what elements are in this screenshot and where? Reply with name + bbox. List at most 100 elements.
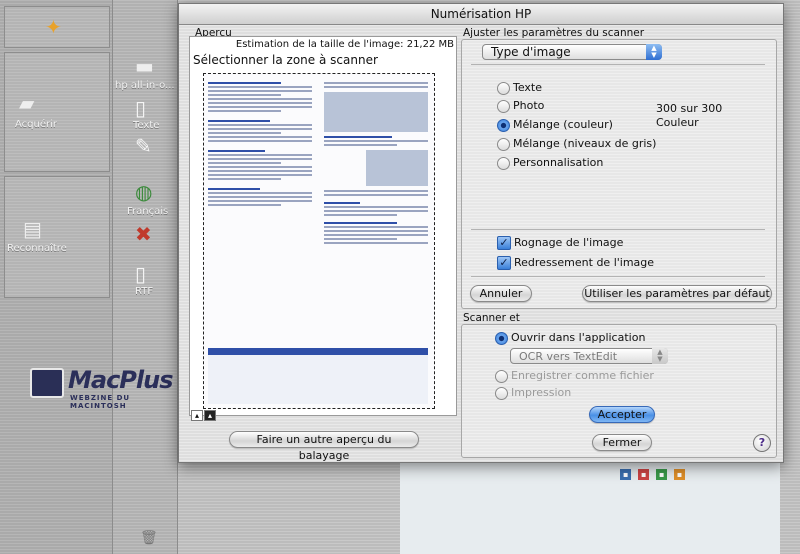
doc-footer-block: [208, 348, 428, 404]
doc-line: [208, 110, 281, 112]
toolbar-top-box[interactable]: ✦: [4, 6, 110, 48]
doc-heading-line: [208, 150, 266, 152]
doc-line: [208, 90, 312, 92]
pen-document-icon[interactable]: ✎: [135, 134, 152, 158]
settings-divider: [471, 276, 765, 277]
doc-line: [208, 196, 312, 198]
doc-line: [324, 194, 428, 196]
settings-section-label: Ajuster les paramètres du scanner: [463, 27, 645, 39]
preview-view-toggle: ▴ ▴: [191, 410, 217, 421]
doc-line: [324, 234, 428, 236]
hp-device-label[interactable]: hp all-in-o...: [115, 80, 175, 91]
globe-icon[interactable]: ◍: [135, 180, 152, 204]
radio-open-in-application[interactable]: Ouvrir dans l'application: [495, 330, 645, 346]
background-file-icons: ▪ ▪ ▪ ▪: [620, 469, 686, 480]
acquire-label[interactable]: Acquérir: [15, 119, 57, 130]
doc-heading-line: [324, 136, 392, 138]
logo-tagline: WEBZINE DU MACINTOSH: [70, 394, 131, 410]
radio-personnalisation[interactable]: Personnalisation: [497, 155, 603, 171]
doc-line: [324, 140, 428, 142]
file-icon: ▪: [655, 469, 668, 480]
file-icon: ▪: [673, 469, 686, 480]
acquire-group: ▰ Acquérir: [4, 52, 110, 172]
straighten-checkbox[interactable]: Redressement de l'image: [497, 255, 654, 271]
radio-melange-couleur[interactable]: Mélange (couleur): [497, 117, 613, 133]
doc-line: [208, 174, 312, 176]
doc-footer-title-bar: [208, 348, 428, 355]
settings-divider: [471, 64, 765, 65]
image-type-popup-label: Type d'image: [491, 45, 571, 59]
accept-button[interactable]: Accepter: [589, 406, 655, 423]
doc-line: [208, 200, 312, 202]
background-image: [400, 460, 780, 554]
doc-heading-line: [324, 222, 397, 224]
tools-icon[interactable]: ✖: [135, 222, 152, 246]
doc-line: [208, 192, 312, 194]
rtf-label[interactable]: RTF: [135, 286, 153, 297]
close-button[interactable]: Fermer: [592, 434, 652, 451]
rtf-document-icon[interactable]: ▯: [135, 262, 146, 286]
radio-texte[interactable]: Texte: [497, 80, 542, 96]
doc-heading-line: [208, 120, 271, 122]
doc-line: [208, 166, 312, 168]
window-title: Numérisation HP: [179, 4, 783, 25]
trash-icon[interactable]: 🗑: [140, 530, 158, 546]
doc-line: [324, 82, 428, 84]
scanned-page-preview[interactable]: [203, 73, 435, 409]
settings-divider: [471, 229, 765, 230]
cancel-button[interactable]: Annuler: [470, 285, 532, 302]
doc-line: [208, 106, 312, 108]
radio-print[interactable]: Impression: [495, 385, 571, 401]
scan-dialog: Numérisation HP Aperçu Estimation de la …: [178, 3, 784, 463]
doc-line: [324, 206, 428, 208]
preview-area[interactable]: Estimation de la taille de l'image: 21,2…: [189, 36, 457, 416]
resolution-dpi: 300 sur 300: [656, 102, 723, 115]
file-icon: ▪: [620, 469, 632, 480]
doc-column-left: [208, 80, 312, 208]
popup-arrows-icon: ▲ ▼: [646, 44, 662, 60]
doc-line: [208, 204, 281, 206]
image-type-popup[interactable]: Type d'image ▲ ▼: [482, 44, 662, 60]
doc-line: [208, 98, 312, 100]
hp-device-icon[interactable]: ▬: [135, 54, 154, 78]
acquire-icon[interactable]: ▰: [19, 91, 34, 115]
doc-line: [208, 154, 312, 156]
doc-line: [324, 238, 397, 240]
rescan-preview-button[interactable]: Faire un autre aperçu du balayage: [229, 431, 419, 462]
recognize-icon[interactable]: ▤: [23, 217, 42, 241]
doc-line: [208, 86, 312, 88]
resolution-info: 300 sur 300 Couleur: [656, 102, 722, 130]
small-view-icon[interactable]: ▴: [191, 410, 203, 421]
large-view-icon[interactable]: ▴: [204, 410, 216, 421]
select-zone-label: Sélectionner la zone à scanner: [193, 53, 378, 67]
doc-line: [208, 170, 312, 172]
radio-photo[interactable]: Photo: [497, 98, 544, 114]
doc-column-right: [324, 80, 428, 246]
doc-line: [208, 132, 281, 134]
text-document-icon[interactable]: ▯: [135, 96, 146, 120]
doc-line: [208, 136, 312, 138]
crop-checkbox[interactable]: Rognage de l'image: [497, 235, 623, 251]
logo-name: MacPlus: [68, 366, 173, 394]
background-toolbar-column: ▬ hp all-in-o... ▯ Texte ✎ ◍ Français ✖ …: [113, 0, 178, 554]
doc-heading-line: [324, 202, 361, 204]
text-label[interactable]: Texte: [133, 120, 159, 131]
background-toolbar: ✦ ▰ Acquérir ▤ Reconnaître: [0, 0, 113, 554]
application-popup-label: OCR vers TextEdit: [519, 350, 618, 363]
doc-line: [208, 102, 312, 104]
application-popup[interactable]: OCR vers TextEdit ▲ ▼: [510, 348, 668, 364]
radio-save-as-file[interactable]: Enregistrer comme fichier: [495, 368, 654, 384]
popup-arrows-icon: ▲ ▼: [652, 348, 668, 364]
scanner-wand-icon: ✦: [45, 15, 62, 39]
doc-line: [208, 140, 312, 142]
help-button[interactable]: ?: [753, 434, 771, 452]
file-icon: ▪: [637, 469, 650, 480]
recognize-label[interactable]: Reconnaître: [7, 243, 67, 254]
doc-line: [324, 226, 428, 228]
doc-line: [208, 128, 312, 130]
doc-line: [208, 94, 281, 96]
francais-label[interactable]: Français: [127, 206, 168, 217]
doc-line: [324, 190, 428, 192]
radio-melange-gris[interactable]: Mélange (niveaux de gris): [497, 136, 656, 152]
use-defaults-button[interactable]: Utiliser les paramètres par défaut: [582, 285, 772, 302]
